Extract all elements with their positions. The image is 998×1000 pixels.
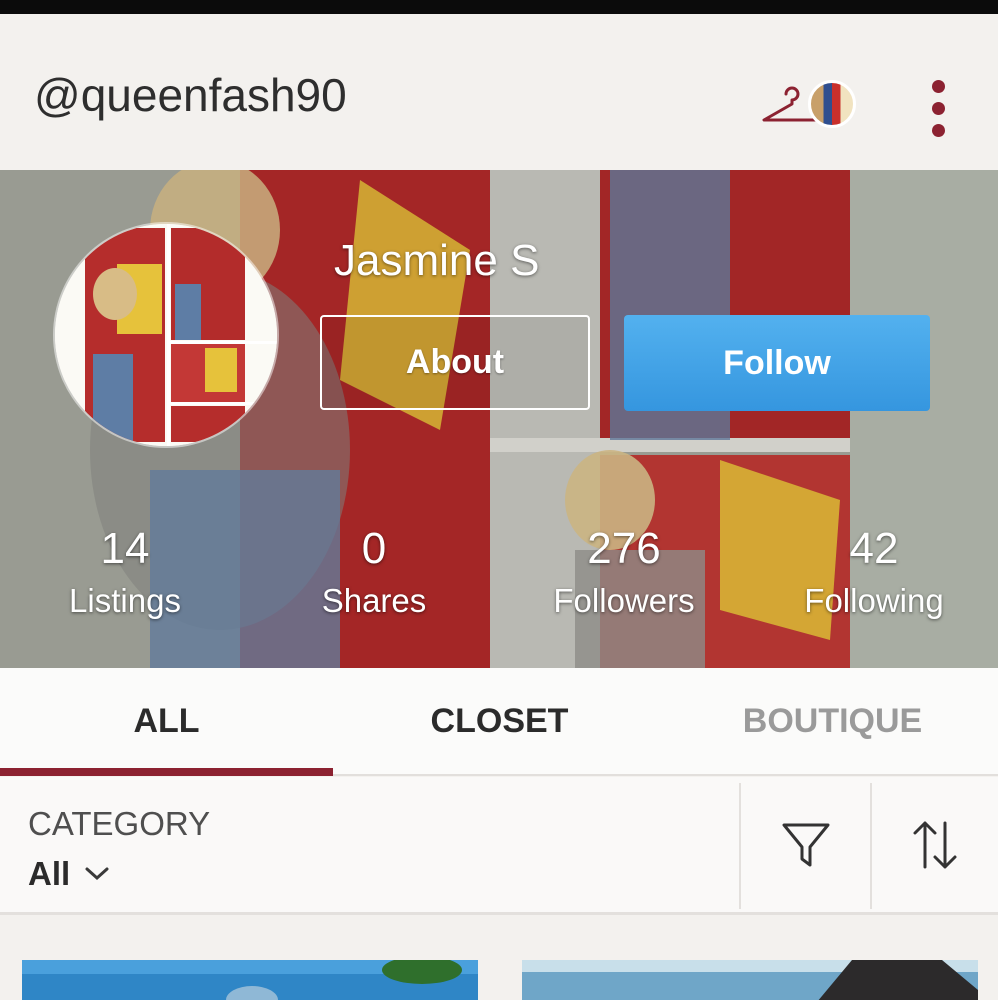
stat-value: 42 [849, 524, 899, 573]
category-label: CATEGORY [28, 805, 211, 842]
closet-owner-avatar[interactable] [808, 80, 856, 128]
profile-avatar[interactable] [55, 224, 277, 446]
sort-icon [913, 821, 957, 868]
category-dropdown[interactable]: All [28, 855, 112, 893]
stat-value: 14 [100, 524, 150, 573]
listing-thumbnail[interactable] [522, 960, 978, 1000]
avatar-collage [55, 224, 277, 446]
listing-image [22, 960, 478, 1000]
divider [739, 783, 741, 909]
active-tab-indicator [0, 768, 333, 776]
stat-label: Followers [553, 582, 695, 619]
stat-shares[interactable]: 0 Shares [264, 524, 484, 622]
stat-label: Shares [321, 582, 427, 619]
listing-thumbnail[interactable] [22, 960, 478, 1000]
tab-closet[interactable]: CLOSET [333, 668, 666, 774]
tab-boutique[interactable]: BOUTIQUE [666, 668, 998, 774]
stat-label: Listings [69, 582, 181, 619]
chevron-down-icon [85, 867, 109, 881]
category-value: All [28, 855, 71, 892]
about-button[interactable]: About [320, 315, 590, 410]
stat-value: 276 [587, 524, 661, 573]
status-bar [0, 0, 998, 14]
filter-bar: CATEGORY All [0, 777, 998, 915]
follow-button[interactable]: Follow [624, 315, 930, 411]
more-vertical-icon[interactable] [922, 78, 956, 138]
stat-label: Following [804, 582, 944, 619]
filter-icon [782, 823, 830, 866]
closet-tabs: ALL CLOSET BOUTIQUE [0, 668, 998, 776]
stat-value: 0 [361, 524, 387, 573]
username-handle: @queenfash90 [34, 69, 347, 121]
stat-followers[interactable]: 276 Followers [514, 524, 734, 622]
filter-button[interactable] [742, 777, 870, 912]
stat-following[interactable]: 42 Following [764, 524, 984, 622]
sort-button[interactable] [872, 777, 998, 912]
app-header: @queenfash90 [0, 14, 998, 170]
listing-image [522, 960, 978, 1000]
stat-listings[interactable]: 14 Listings [15, 524, 235, 622]
display-name: Jasmine S [334, 236, 540, 285]
listings-grid [0, 915, 998, 1000]
tab-all[interactable]: ALL [0, 668, 333, 774]
